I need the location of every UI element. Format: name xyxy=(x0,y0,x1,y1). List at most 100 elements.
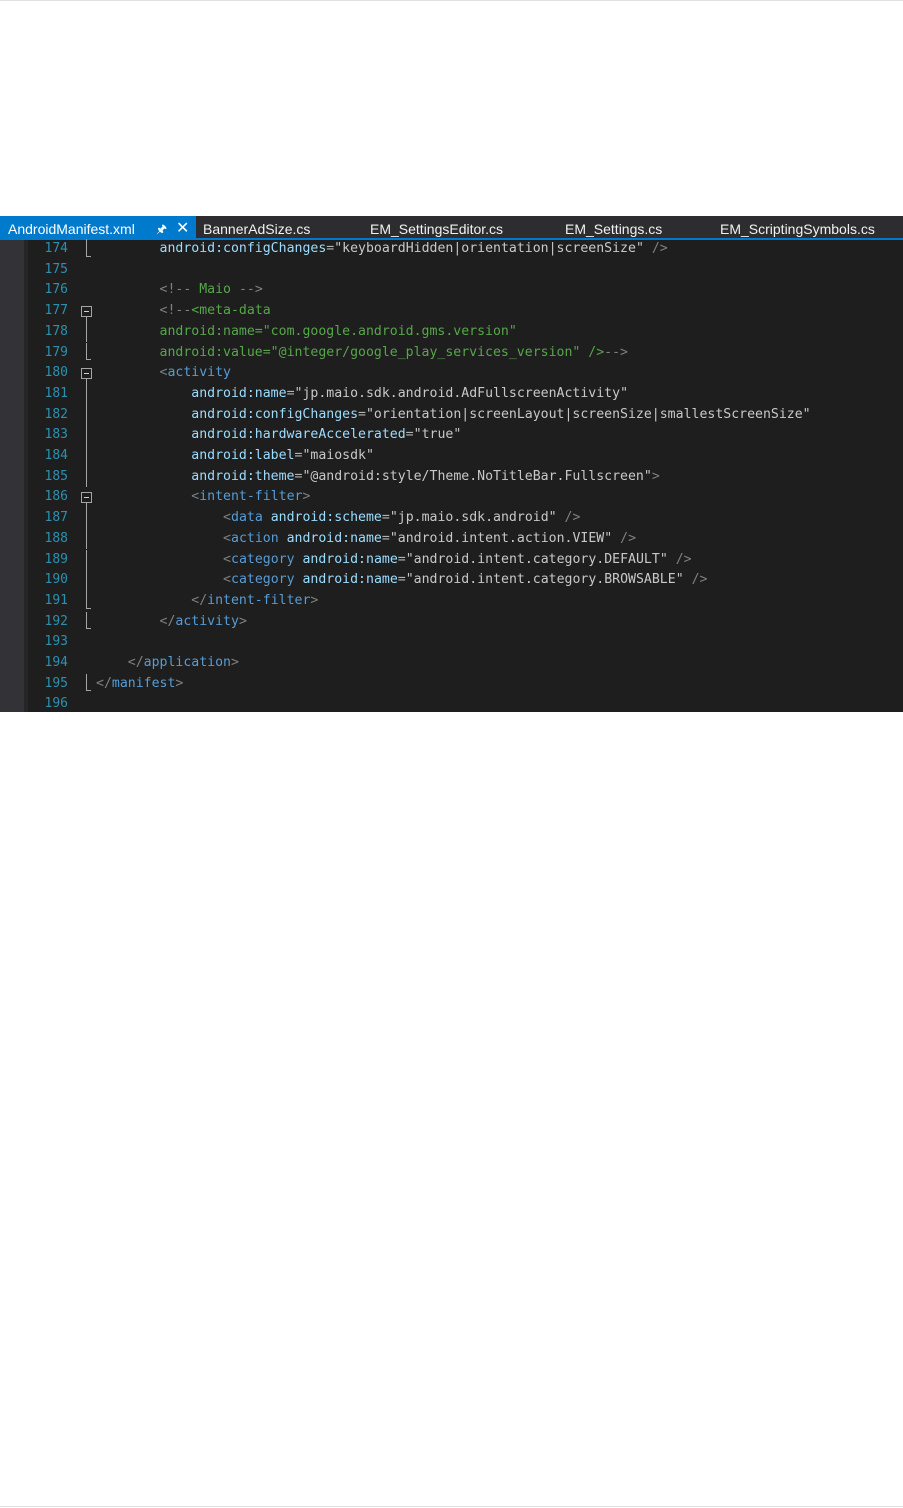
code-token: > xyxy=(231,655,239,670)
code-token: android:scheme xyxy=(270,510,382,526)
tab-label: EM_ScriptingSymbols.cs xyxy=(720,221,875,237)
code-line[interactable]: <!-- Maio --> xyxy=(96,280,263,301)
code-line[interactable]: </application> xyxy=(96,653,239,674)
tab-banneradsize-cs[interactable]: BannerAdSize.cs xyxy=(203,216,310,238)
code-line[interactable]: android:label="maiosdk" xyxy=(96,446,374,467)
code-line[interactable]: <data android:scheme="jp.maio.sdk.androi… xyxy=(96,508,580,529)
code-token: > xyxy=(651,468,660,484)
code-token: </ xyxy=(127,655,144,670)
code-token: @android:style/Theme.NoTitleBar.Fullscre… xyxy=(310,468,644,484)
code-token: = xyxy=(286,385,295,401)
line-number: 182 xyxy=(44,406,68,422)
code-token: </ xyxy=(191,592,208,608)
code-token: " xyxy=(365,448,374,463)
line-number: 183 xyxy=(44,427,68,443)
editor-area[interactable]: 174 175 176 177 178 179 180 181 182 183 184 185 186 1… xyxy=(0,239,903,712)
tab-androidmanifest-xml[interactable]: AndroidManifest.xml 🖈 ✕ xyxy=(0,216,196,238)
code-token: /> xyxy=(675,551,692,567)
code-line[interactable]: android:configChanges="keyboardHidden|or… xyxy=(96,239,668,260)
tab-label: BannerAdSize.cs xyxy=(203,221,311,237)
code-token: " xyxy=(643,468,652,484)
code-token: orientation|screenLayout|screenSize|smal… xyxy=(373,406,803,422)
code-token: = xyxy=(405,427,414,443)
code-token: android:name xyxy=(302,551,398,567)
fold-guide-line xyxy=(86,549,87,571)
line-number: 195 xyxy=(44,675,68,691)
code-token: android:value="@integer/google_play_serv… xyxy=(159,344,605,360)
code-line[interactable]: android:hardwareAccelerated="true" xyxy=(96,425,461,446)
code-token: " xyxy=(675,572,684,588)
code-line[interactable]: <activity xyxy=(96,363,231,384)
code-token: android:name xyxy=(302,572,398,588)
tab-label: EM_SettingsEditor.cs xyxy=(370,221,504,237)
code-token: android:name xyxy=(286,530,382,546)
code-line[interactable]: <!--<meta-data xyxy=(96,301,271,322)
code-line[interactable]: <category android:name="android.intent.c… xyxy=(96,550,692,571)
tab-em-scriptingsymbols-cs[interactable]: EM_ScriptingSymbols.cs xyxy=(720,216,875,238)
collapse-region-icon[interactable] xyxy=(81,492,92,504)
code-token: > xyxy=(310,592,319,608)
code-line[interactable]: </activity> xyxy=(96,612,247,633)
fold-end-tick xyxy=(86,628,91,630)
code-line[interactable]: android:configChanges="orientation|scree… xyxy=(96,405,811,426)
code-token: --> xyxy=(604,344,628,360)
fold-guide-line xyxy=(86,383,87,405)
code-line[interactable]: android:theme="@android:style/Theme.NoTi… xyxy=(96,467,660,488)
code-line[interactable]: </intent-filter> xyxy=(96,591,318,612)
fold-guide-line xyxy=(86,590,87,608)
tab-em-settings-cs[interactable]: EM_Settings.cs xyxy=(565,216,662,238)
line-number: 190 xyxy=(44,572,68,588)
code-token: " xyxy=(635,241,644,256)
code-line[interactable]: android:name="com.google.android.gms.ver… xyxy=(96,322,517,343)
collapse-region-icon[interactable] xyxy=(81,306,92,318)
line-number: 185 xyxy=(44,468,68,484)
code-token: = xyxy=(397,572,406,588)
code-line[interactable]: </manifest> xyxy=(96,674,183,695)
line-number: 192 xyxy=(44,613,68,629)
code-line[interactable]: <category android:name="android.intent.c… xyxy=(96,570,707,591)
document-tab-bar: AndroidManifest.xml 🖈 ✕ BannerAdSize.cs … xyxy=(0,216,903,240)
code-line[interactable]: android:value="@integer/google_play_serv… xyxy=(96,343,628,364)
line-number: 186 xyxy=(44,489,68,505)
code-line[interactable]: <intent-filter> xyxy=(96,487,310,508)
code-token: < xyxy=(223,551,231,567)
code-token: keyboardHidden|orientation|screenSize xyxy=(342,241,636,256)
line-number: 180 xyxy=(44,365,68,381)
code-token: " xyxy=(365,406,374,422)
code-token: intent-filter xyxy=(207,592,311,608)
code-editor-window: AndroidManifest.xml 🖈 ✕ BannerAdSize.cs … xyxy=(0,216,903,712)
code-line[interactable]: android:name= "jp.maio.sdk.android.AdFull… xyxy=(96,384,628,405)
line-number-gutter: 174 175 176 177 178 179 180 181 182 183 184 185 186 1… xyxy=(28,240,78,712)
code-text-area[interactable]: android:configChanges="keyboardHidden|or… xyxy=(96,240,903,712)
fold-guide-line xyxy=(86,508,87,529)
code-token: > xyxy=(302,489,311,505)
code-token: data xyxy=(231,510,263,526)
collapse-region-icon[interactable] xyxy=(81,368,92,380)
code-token: android:configChanges xyxy=(191,406,359,422)
code-token: android:name xyxy=(191,385,287,401)
code-token: " xyxy=(802,406,811,422)
fold-guide-line xyxy=(86,404,87,426)
code-token: < xyxy=(223,530,231,546)
code-token: = xyxy=(397,551,406,567)
fold-guide-line xyxy=(86,528,87,550)
code-line[interactable]: <action android:name="android.intent.act… xyxy=(96,529,636,550)
outlining-margin[interactable] xyxy=(78,239,96,712)
code-token: Maio xyxy=(191,282,239,298)
tab-em-settingseditor-cs[interactable]: EM_SettingsEditor.cs xyxy=(370,216,503,238)
